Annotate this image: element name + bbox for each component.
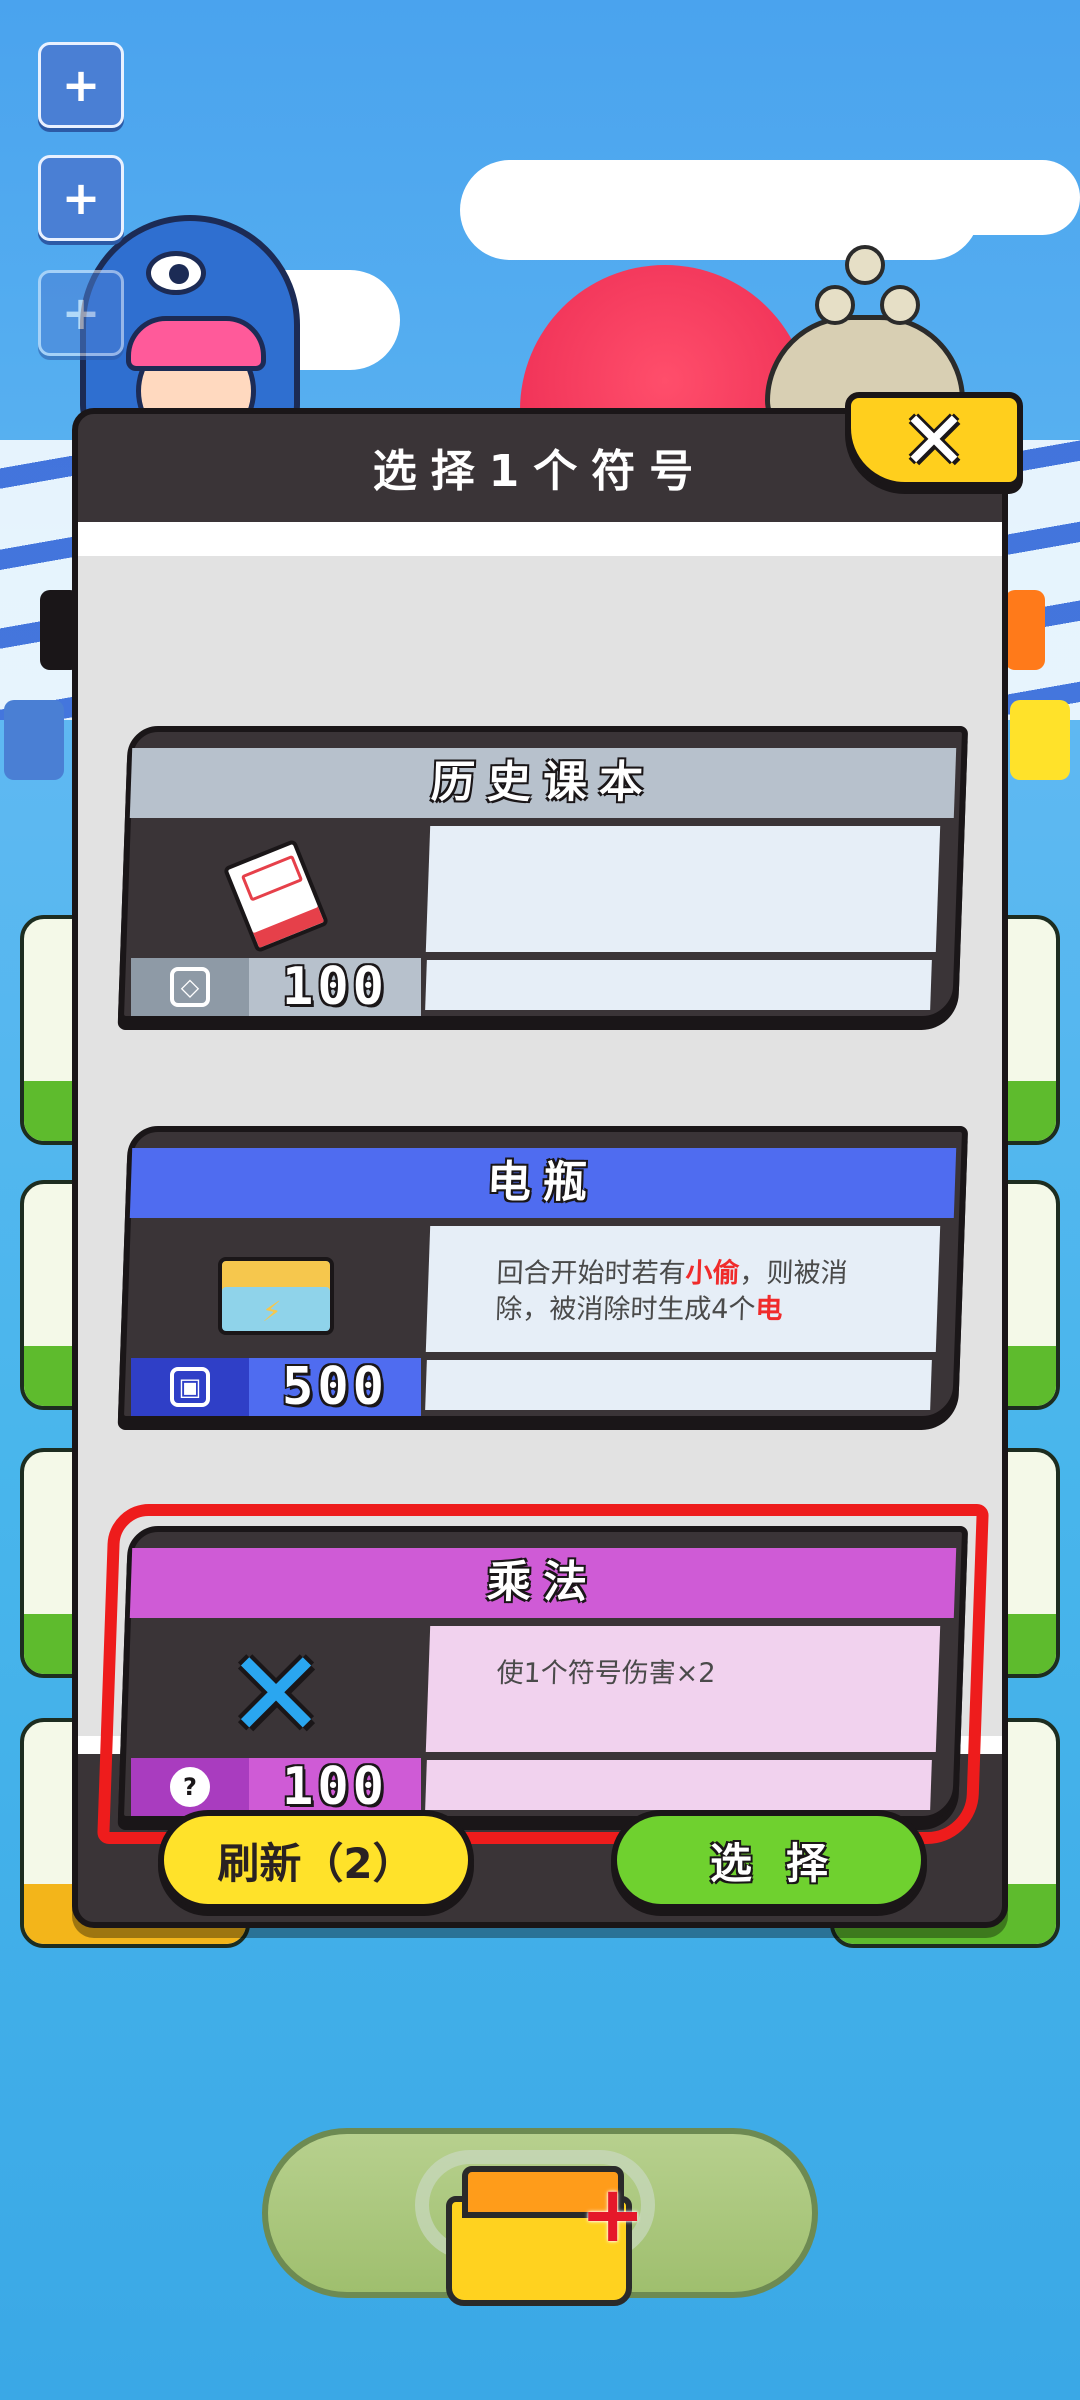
card-title: 历史课本 <box>129 748 957 818</box>
select-symbol-modal: 选择1个符号 历史课本 ◇ 100 电瓶 ⚡ 回合开始时若有小偷，则被消除，被消… <box>72 408 1008 1928</box>
description-text: 使1个符号伤害×2 <box>496 1658 717 1689</box>
card-title: 电瓶 <box>129 1148 957 1218</box>
plus-icon[interactable]: + <box>38 270 124 356</box>
card-description: 使1个符号伤害×2 <box>425 1626 941 1752</box>
card-cost: ◇ 100 <box>131 957 421 1017</box>
card-description-extra <box>425 960 932 1010</box>
cost-value: 100 <box>249 957 421 1017</box>
arrow-right-icon <box>1005 590 1045 670</box>
modal-body: 历史课本 ◇ 100 电瓶 回合开始时若有小偷，则被消除，被消除时生成4个电 <box>78 522 1002 1844</box>
card-description: 回合开始时若有小偷，则被消除，被消除时生成4个电 <box>425 1226 941 1352</box>
cost-tag: ▣ <box>131 1358 249 1416</box>
symbol-card-battery[interactable]: 电瓶 回合开始时若有小偷，则被消除，被消除时生成4个电 ▣ 500 <box>117 1126 969 1422</box>
plus-icon[interactable]: + <box>38 42 124 128</box>
eraser-icon: ◇ <box>170 967 210 1007</box>
cost-tag: ◇ <box>131 958 249 1016</box>
symbol-card-history-book[interactable]: 历史课本 ◇ 100 <box>117 726 969 1022</box>
card-description <box>425 826 941 952</box>
skull-bubble <box>880 285 920 325</box>
card-icon-slot <box>131 1226 421 1366</box>
chip-icon: ▣ <box>170 1367 210 1407</box>
modal-footer: 刷新（2） 选择 <box>78 1754 1002 1922</box>
battery-box-icon <box>218 1257 334 1335</box>
card-title: 乘法 <box>129 1548 957 1618</box>
plus-icon: + <box>580 2170 646 2260</box>
skull-bubble <box>815 285 855 325</box>
card-icon-slot: ✕ <box>131 1626 421 1766</box>
character-hair <box>126 316 266 371</box>
description-text: 回合开始时若有 <box>496 1258 687 1289</box>
piggy-bank-icon[interactable] <box>4 700 64 780</box>
history-book-icon <box>222 838 330 954</box>
description-highlight: 电 <box>754 1294 784 1325</box>
close-icon[interactable]: ✕ <box>845 392 1023 488</box>
card-icon-slot <box>131 826 421 966</box>
refresh-button[interactable]: 刷新（2） <box>158 1810 474 1910</box>
card-cost: ▣ 500 <box>131 1357 421 1417</box>
plus-icon[interactable]: + <box>38 155 124 241</box>
cost-value: 500 <box>249 1357 421 1417</box>
card-description-extra <box>425 1360 932 1410</box>
card-list: 历史课本 ◇ 100 电瓶 回合开始时若有小偷，则被消除，被消除时生成4个电 <box>78 556 1002 1844</box>
select-button[interactable]: 选择 <box>611 1810 927 1910</box>
skull-bubble <box>845 245 885 285</box>
description-highlight: 小偷 <box>685 1258 741 1289</box>
multiply-icon: ✕ <box>225 1626 327 1765</box>
cloud <box>660 160 1080 235</box>
clover-icon[interactable] <box>1010 700 1070 780</box>
character-eye <box>146 251 206 295</box>
